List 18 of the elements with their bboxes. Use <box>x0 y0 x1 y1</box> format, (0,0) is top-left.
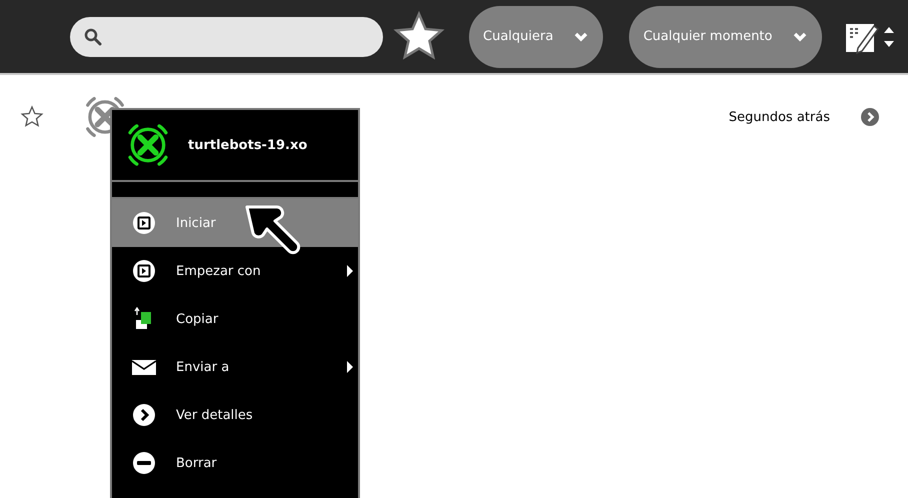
play-icon <box>132 211 156 235</box>
star-icon[interactable] <box>20 105 44 129</box>
menu-item[interactable]: Enviar a <box>112 343 358 391</box>
menu-title: turtlebots-19.xo <box>188 138 308 152</box>
chevron-circle-icon[interactable] <box>860 107 880 127</box>
filter-dropdown[interactable]: Cualquier momento <box>629 6 822 68</box>
search-icon <box>84 28 102 46</box>
menu-item[interactable]: Empezar con <box>112 247 358 295</box>
menu-item[interactable]: Borrar <box>112 439 358 487</box>
search-field[interactable] <box>70 16 383 56</box>
minus-circle-icon <box>132 451 156 475</box>
filter-dropdown[interactable]: Cualquiera <box>469 6 604 68</box>
play-icon <box>132 259 156 283</box>
entry-time: Segundos atrás <box>728 110 830 124</box>
chevron-circle-icon <box>132 403 156 427</box>
menu-item[interactable]: Ver detalles <box>112 391 358 439</box>
menu-item[interactable]: Copiar <box>112 295 358 343</box>
star-icon[interactable] <box>393 10 445 62</box>
